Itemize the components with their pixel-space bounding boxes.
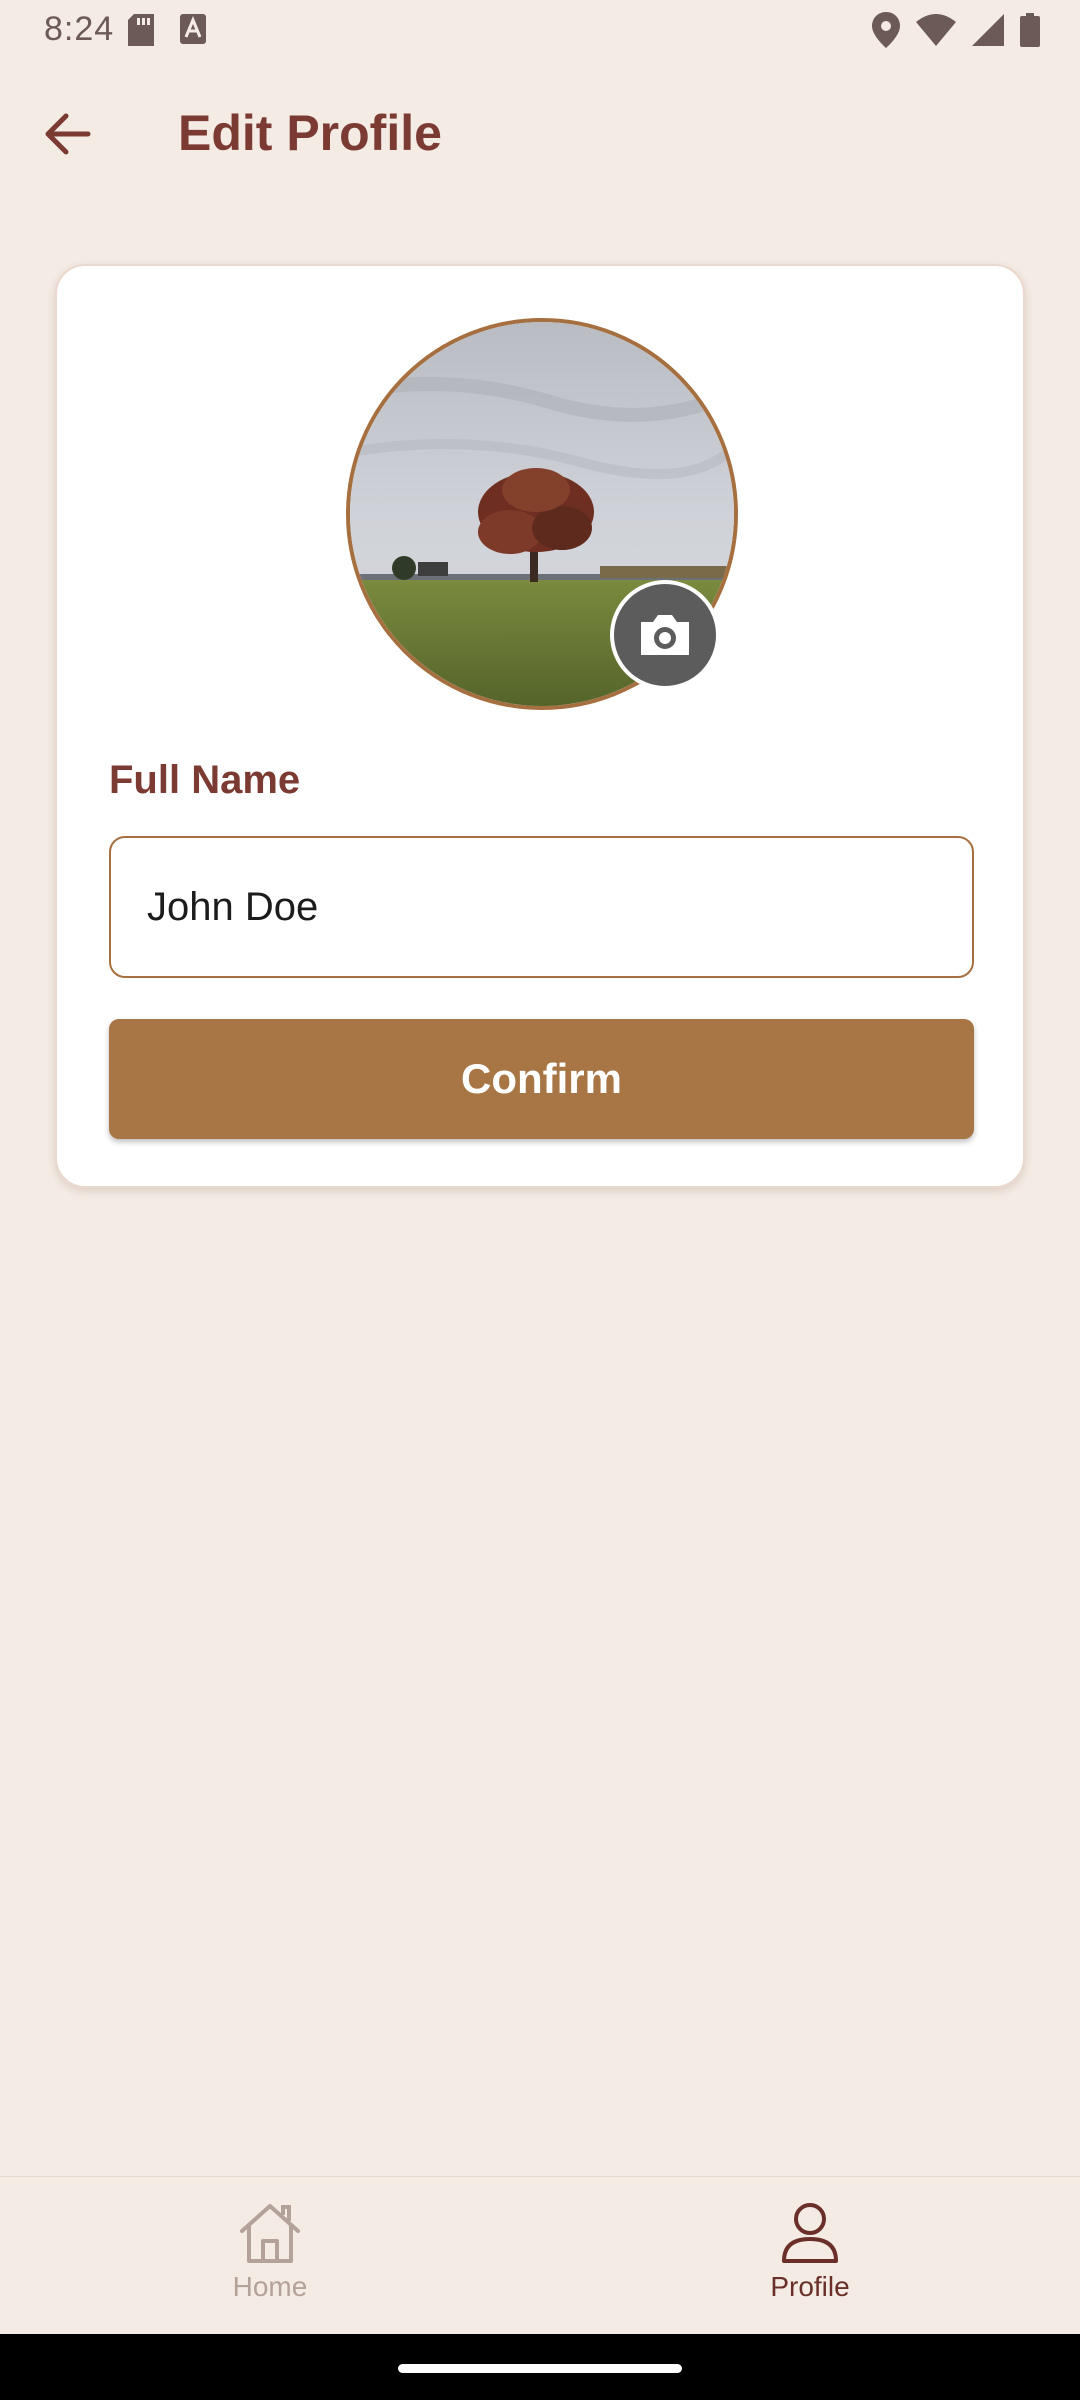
- arrow-back-icon: [45, 113, 91, 155]
- change-photo-button[interactable]: [610, 580, 720, 690]
- gesture-bar: [0, 2334, 1080, 2400]
- bottom-navigation: Home Profile: [0, 2176, 1080, 2335]
- confirm-button[interactable]: Confirm: [109, 1019, 974, 1139]
- profile-card: Full Name Confirm: [55, 264, 1025, 1188]
- app-bar: Edit Profile: [0, 62, 1080, 212]
- nav-label-home: Home: [232, 2271, 308, 2302]
- person-icon: [782, 2203, 838, 2263]
- nav-item-home[interactable]: Home: [170, 2177, 370, 2335]
- nav-item-profile[interactable]: Profile: [710, 2177, 910, 2335]
- status-time: 8:24: [44, 10, 115, 48]
- full-name-input[interactable]: [109, 836, 974, 978]
- full-name-label: Full Name: [109, 758, 301, 802]
- home-gesture-handle[interactable]: [398, 2364, 682, 2373]
- battery-icon: [1020, 13, 1040, 47]
- home-icon: [240, 2204, 300, 2263]
- location-icon: [872, 12, 900, 48]
- signal-icon: [972, 14, 1004, 46]
- keyboard-a-icon: [180, 14, 206, 44]
- sd-card-icon: [128, 14, 154, 46]
- back-button[interactable]: [36, 102, 100, 166]
- nav-label-profile: Profile: [770, 2271, 850, 2302]
- wifi-icon: [916, 14, 956, 46]
- status-bar: 8:24: [0, 0, 1080, 62]
- camera-icon: [641, 615, 689, 655]
- page-title: Edit Profile: [178, 105, 442, 161]
